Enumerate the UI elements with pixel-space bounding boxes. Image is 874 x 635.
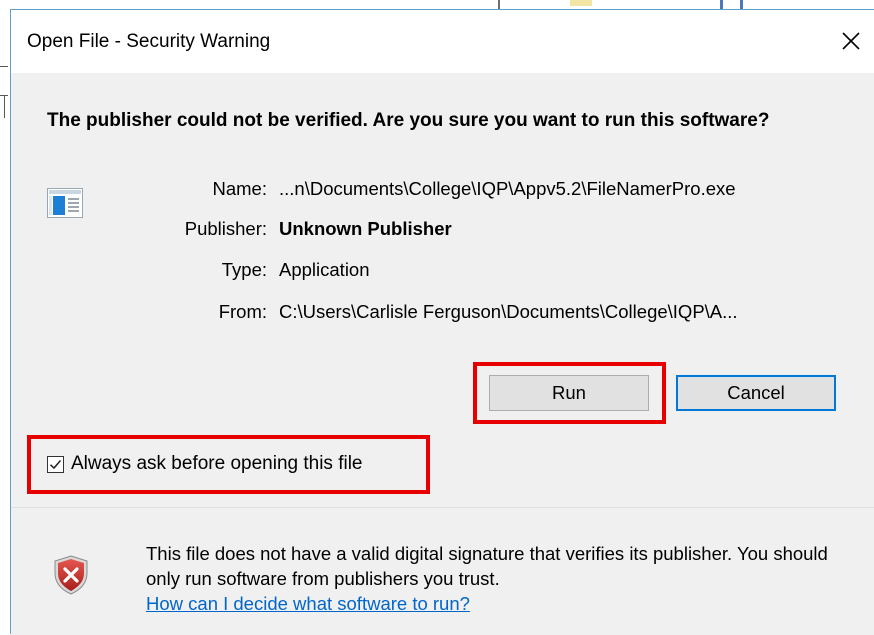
help-link[interactable]: How can I decide what software to run? [146, 593, 470, 614]
detail-value: ...n\Documents\College\IQP\Appv5.2\FileN… [279, 178, 736, 199]
background-window-strip [0, 0, 874, 9]
background-line [4, 96, 5, 118]
security-warning-dialog: Open File - Security Warning The publish… [10, 9, 874, 635]
run-button[interactable]: Run [489, 375, 649, 411]
warning-question: The publisher could not be verified. Are… [47, 110, 770, 131]
detail-value: Unknown Publisher [279, 218, 452, 239]
background-divider [740, 0, 743, 9]
detail-label: Publisher: [184, 218, 267, 239]
always-ask-checkbox[interactable] [47, 456, 64, 473]
checkmark-icon [49, 460, 62, 470]
close-button[interactable] [828, 18, 874, 64]
detail-value: C:\Users\Carlisle Ferguson\Documents\Col… [279, 301, 738, 322]
cancel-button[interactable]: Cancel [676, 375, 836, 411]
background-tab [570, 0, 592, 6]
detail-label: Name: [212, 178, 268, 199]
always-ask-label[interactable]: Always ask before opening this file [71, 453, 363, 475]
background-window-edge [0, 0, 10, 634]
background-divider [720, 0, 723, 9]
title-bar: Open File - Security Warning [11, 10, 874, 73]
warning-message: This file does not have a valid digital … [146, 541, 846, 616]
shield-error-icon [54, 555, 88, 595]
warning-text: This file does not have a valid digital … [146, 543, 828, 589]
detail-label: From: [218, 301, 267, 322]
detail-value: Application [279, 259, 370, 280]
close-icon [842, 32, 860, 50]
dialog-title: Open File - Security Warning [27, 31, 271, 52]
background-divider [498, 0, 500, 9]
background-line [0, 66, 8, 67]
detail-label: Type: [221, 259, 267, 280]
application-icon [47, 188, 83, 218]
